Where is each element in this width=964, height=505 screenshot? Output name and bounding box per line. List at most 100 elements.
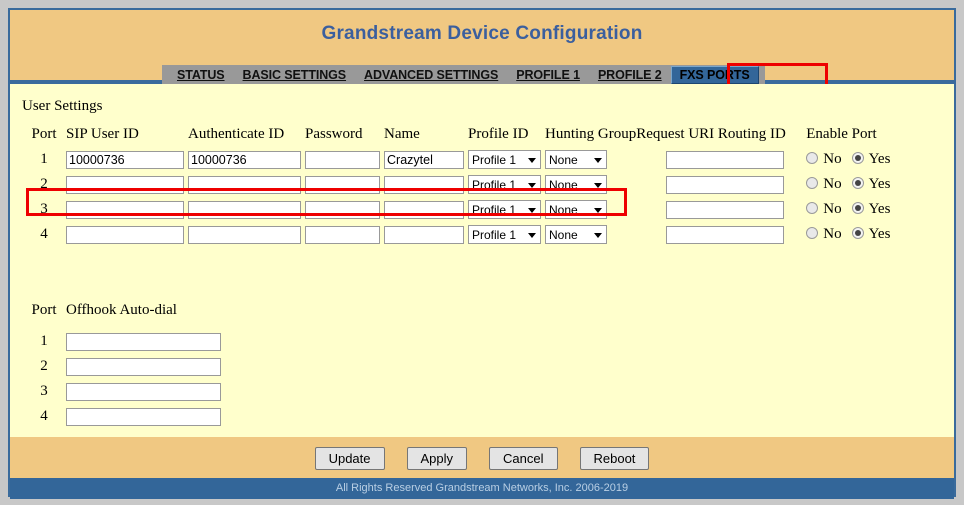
port-number: 1 [22,147,66,172]
update-button[interactable]: Update [315,447,385,470]
sip-user-id-input-port-2[interactable] [66,176,184,194]
authenticate-id-input-port-3[interactable] [188,201,301,219]
configuration-page-frame: Grandstream Device Configuration STATUS … [8,8,956,497]
port-number: 4 [22,222,66,247]
sip-user-id-input-port-4[interactable] [66,226,184,244]
radio-label-no: No [823,201,841,217]
nav-tab-status[interactable]: STATUS [168,66,234,84]
offhook-autodial-input-port-4[interactable] [66,408,221,426]
sip-user-id-input-port-3[interactable] [66,201,184,219]
page-header: Grandstream Device Configuration STATUS … [10,10,954,80]
column-header-authenticate-id: Authenticate ID [188,126,305,147]
column-header-offhook-auto-dial: Offhook Auto-dial [66,302,221,329]
request-uri-routing-id-input-port-1[interactable] [666,151,784,169]
hunting-group-select-port-1[interactable]: None [545,150,607,169]
column-header-port: Port [22,302,66,329]
main-navigation: STATUS BASIC SETTINGS ADVANCED SETTINGS … [162,65,765,84]
table-row: 4 Profile 1 None No Yes [22,222,890,247]
password-input-port-4[interactable] [305,226,380,244]
page-footer: All Rights Reserved Grandstream Networks… [10,478,954,499]
enable-port-radio-group-port-1: No Yes [788,147,890,172]
reboot-button[interactable]: Reboot [580,447,650,470]
user-settings-table: Port SIP User ID Authenticate ID Passwor… [22,126,890,247]
column-header-request-uri-routing-id: Request URI Routing ID [636,126,788,147]
profile-id-select-port-2[interactable]: Profile 1 [468,175,541,194]
enable-port-no-radio-port-4[interactable] [806,227,818,239]
section-title-user-settings: User Settings [22,98,102,115]
name-input-port-2[interactable] [384,176,464,194]
nav-tab-profile-1[interactable]: PROFILE 1 [507,66,589,84]
page-title: Grandstream Device Configuration [10,10,954,45]
enable-port-radio-group-port-3: No Yes [788,197,890,222]
apply-button[interactable]: Apply [407,447,468,470]
request-uri-routing-id-input-port-3[interactable] [666,201,784,219]
enable-port-radio-group-port-4: No Yes [788,222,890,247]
radio-label-no: No [823,176,841,192]
column-header-profile-id: Profile ID [468,126,545,147]
table-row: 4 [22,404,221,429]
offhook-autodial-input-port-2[interactable] [66,358,221,376]
table-row: 2 [22,354,221,379]
authenticate-id-input-port-1[interactable] [188,151,301,169]
nav-tab-advanced-settings[interactable]: ADVANCED SETTINGS [355,66,507,84]
enable-port-yes-radio-port-2[interactable] [852,177,864,189]
password-input-port-1[interactable] [305,151,380,169]
offhook-autodial-input-port-1[interactable] [66,333,221,351]
port-number: 2 [22,172,66,197]
enable-port-no-radio-port-3[interactable] [806,202,818,214]
enable-port-no-radio-port-1[interactable] [806,152,818,164]
profile-id-select-port-3[interactable]: Profile 1 [468,200,541,219]
authenticate-id-input-port-4[interactable] [188,226,301,244]
port-number: 3 [22,197,66,222]
column-header-enable-port: Enable Port [788,126,890,147]
copyright-text: All Rights Reserved Grandstream Networks… [336,482,628,494]
table-header-row: Port Offhook Auto-dial [22,302,221,329]
nav-tab-profile-2[interactable]: PROFILE 2 [589,66,671,84]
hunting-group-select-port-2[interactable]: None [545,175,607,194]
column-header-password: Password [305,126,384,147]
authenticate-id-input-port-2[interactable] [188,176,301,194]
port-number: 2 [22,354,66,379]
offhook-autodial-table: Port Offhook Auto-dial 1 2 3 4 [22,302,221,429]
table-row: 2 Profile 1 None No Yes [22,172,890,197]
nav-tab-fxs-ports[interactable]: FXS PORTS [671,66,759,84]
table-row: 1 [22,329,221,354]
page-content: User Settings Port SIP User ID Authentic… [10,84,954,436]
enable-port-yes-radio-port-4[interactable] [852,227,864,239]
radio-label-no: No [823,151,841,167]
offhook-autodial-input-port-3[interactable] [66,383,221,401]
radio-label-yes: Yes [869,201,891,217]
password-input-port-2[interactable] [305,176,380,194]
enable-port-yes-radio-port-1[interactable] [852,152,864,164]
cancel-button[interactable]: Cancel [489,447,557,470]
radio-label-yes: Yes [869,226,891,242]
profile-id-select-port-1[interactable]: Profile 1 [468,150,541,169]
column-header-hunting-group: Hunting Group [545,126,636,147]
column-header-name: Name [384,126,468,147]
name-input-port-3[interactable] [384,201,464,219]
table-row: 3 [22,379,221,404]
table-row: 3 Profile 1 None No Yes [22,197,890,222]
hunting-group-select-port-4[interactable]: None [545,225,607,244]
password-input-port-3[interactable] [305,201,380,219]
radio-label-yes: Yes [869,176,891,192]
sip-user-id-input-port-1[interactable] [66,151,184,169]
enable-port-yes-radio-port-3[interactable] [852,202,864,214]
hunting-group-select-port-3[interactable]: None [545,200,607,219]
nav-tab-basic-settings[interactable]: BASIC SETTINGS [234,66,355,84]
radio-label-yes: Yes [869,151,891,167]
port-number: 1 [22,329,66,354]
request-uri-routing-id-input-port-2[interactable] [666,176,784,194]
name-input-port-4[interactable] [384,226,464,244]
profile-id-select-port-4[interactable]: Profile 1 [468,225,541,244]
radio-label-no: No [823,226,841,242]
enable-port-no-radio-port-2[interactable] [806,177,818,189]
table-row: 1 Profile 1 None No Yes [22,147,890,172]
action-button-bar: Update Apply Cancel Reboot [10,436,954,478]
enable-port-radio-group-port-2: No Yes [788,172,890,197]
column-header-port: Port [22,126,66,147]
name-input-port-1[interactable] [384,151,464,169]
port-number: 3 [22,379,66,404]
port-number: 4 [22,404,66,429]
request-uri-routing-id-input-port-4[interactable] [666,226,784,244]
